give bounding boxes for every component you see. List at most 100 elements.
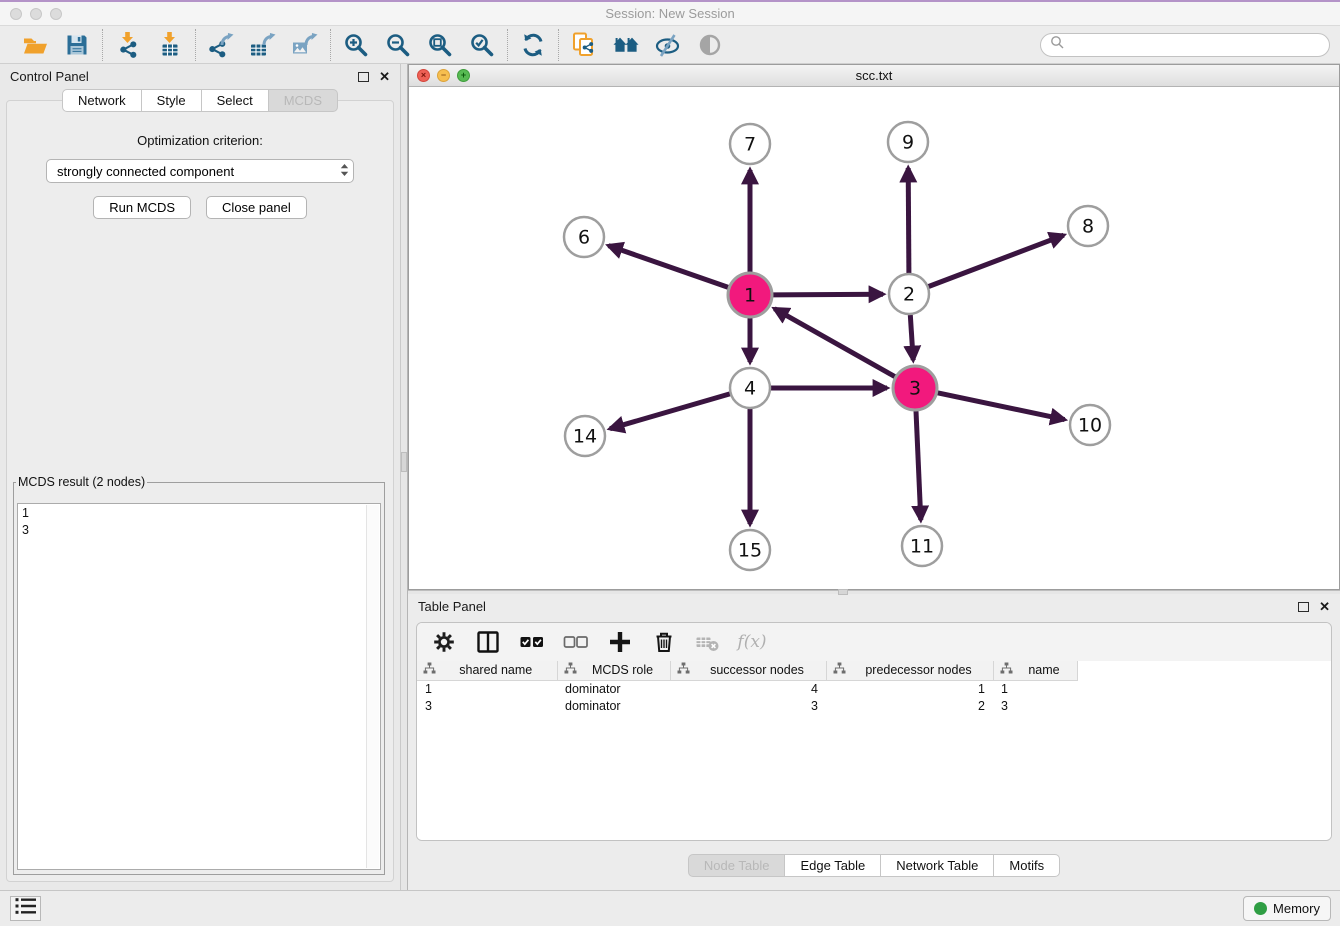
network-view[interactable]: 7 9 6 8 1 2 4 3 14 10 15 11: [409, 87, 1339, 589]
refresh-layout-icon[interactable]: [518, 30, 548, 60]
deselect-all-icon[interactable]: [563, 629, 589, 655]
table-cell[interactable]: 1: [417, 680, 557, 697]
delete-table-icon[interactable]: [695, 629, 721, 655]
close-panel-icon[interactable]: ✕: [379, 70, 390, 83]
tab-node-table[interactable]: Node Table: [688, 854, 786, 877]
graph-node-10[interactable]: 10: [1070, 405, 1110, 445]
minimize-window-icon[interactable]: [30, 8, 42, 20]
network-graph[interactable]: 7 9 6 8 1 2 4 3 14 10 15 11: [409, 87, 1339, 589]
duplicate-network-icon[interactable]: [569, 30, 599, 60]
table-toolbar: f(x): [417, 623, 1331, 661]
optimization-criterion-dropdown[interactable]: strongly connected component: [46, 159, 354, 183]
network-titlebar: × − + scc.txt: [409, 65, 1339, 87]
table-cell[interactable]: 4: [670, 680, 826, 697]
select-all-icon[interactable]: [519, 629, 545, 655]
network-maximize-icon[interactable]: +: [457, 69, 470, 82]
table-cell[interactable]: dominator: [557, 680, 670, 697]
hide-details-icon[interactable]: [653, 30, 683, 60]
tab-motifs[interactable]: Motifs: [994, 854, 1060, 877]
network-minimize-icon[interactable]: −: [437, 69, 450, 82]
graph-edge-3-11[interactable]: [916, 411, 921, 520]
horizontal-split-divider[interactable]: [408, 590, 1340, 594]
column-sort-icon: [423, 662, 436, 678]
network-close-icon[interactable]: ×: [417, 69, 430, 82]
graph-node-2[interactable]: 2: [889, 274, 929, 314]
table-cell[interactable]: 1: [826, 680, 993, 697]
graph-node-3[interactable]: 3: [893, 366, 937, 410]
graph-node-8[interactable]: 8: [1068, 206, 1108, 246]
graph-node-6[interactable]: 6: [564, 217, 604, 257]
maximize-window-icon[interactable]: [50, 8, 62, 20]
graph-edge-2-8[interactable]: [929, 235, 1064, 286]
graph-edge-1-6[interactable]: [609, 246, 729, 288]
column-header-successor-nodes[interactable]: successor nodes: [670, 661, 826, 680]
search-input[interactable]: [1069, 36, 1320, 53]
tab-network-table[interactable]: Network Table: [881, 854, 994, 877]
graph-edge-3-1[interactable]: [774, 309, 895, 377]
graph-edge-4-14[interactable]: [610, 394, 730, 429]
graph-edge-1-2[interactable]: [773, 294, 883, 295]
graph-edge-2-3[interactable]: [910, 315, 913, 360]
column-header-predecessor-nodes[interactable]: predecessor nodes: [826, 661, 993, 680]
close-window-icon[interactable]: [10, 8, 22, 20]
svg-text:8: 8: [1082, 216, 1094, 238]
export-table-icon[interactable]: [248, 30, 278, 60]
divider-grip[interactable]: [838, 589, 848, 595]
run-mcds-button[interactable]: Run MCDS: [93, 196, 191, 219]
column-header-shared-name[interactable]: shared name: [417, 661, 557, 680]
graph-node-14[interactable]: 14: [565, 416, 605, 456]
vertical-split-divider[interactable]: [400, 64, 408, 890]
table-cell[interactable]: dominator: [557, 697, 670, 714]
graph-node-9[interactable]: 9: [888, 122, 928, 162]
table-cell[interactable]: 3: [670, 697, 826, 714]
column-header-name[interactable]: name: [993, 661, 1077, 680]
zoom-in-icon[interactable]: [341, 30, 371, 60]
zoom-selected-icon[interactable]: [467, 30, 497, 60]
function-builder-icon[interactable]: f(x): [739, 629, 765, 655]
float-panel-icon[interactable]: [358, 72, 369, 82]
column-header-MCDS-role[interactable]: MCDS role: [557, 661, 670, 680]
graph-edge-2-9[interactable]: [908, 168, 909, 273]
zoom-out-icon[interactable]: [383, 30, 413, 60]
result-scrollbar[interactable]: [366, 505, 379, 868]
delete-column-icon[interactable]: [651, 629, 677, 655]
float-panel-icon[interactable]: [1298, 602, 1309, 612]
open-file-icon[interactable]: [20, 30, 50, 60]
mcds-result-box: MCDS result (2 nodes) 1 3: [13, 475, 385, 875]
table-row[interactable]: 1dominator411: [417, 680, 1077, 697]
import-table-icon[interactable]: [155, 30, 185, 60]
memory-button[interactable]: Memory: [1243, 896, 1331, 921]
graph-node-4[interactable]: 4: [730, 368, 770, 408]
table-cell[interactable]: 3: [417, 697, 557, 714]
export-network-icon[interactable]: [206, 30, 236, 60]
graph-edge-3-10[interactable]: [938, 393, 1065, 420]
settings-icon[interactable]: [431, 629, 457, 655]
toolbar-search[interactable]: [1040, 33, 1330, 57]
divider-grip[interactable]: [401, 452, 407, 472]
graph-node-11[interactable]: 11: [902, 526, 942, 566]
svg-text:10: 10: [1078, 415, 1102, 437]
table-cell[interactable]: 3: [993, 697, 1077, 714]
tab-network[interactable]: Network: [62, 89, 142, 112]
export-image-icon[interactable]: [290, 30, 320, 60]
split-view-icon[interactable]: [475, 629, 501, 655]
close-panel-button[interactable]: Close panel: [206, 196, 307, 219]
tab-mcds[interactable]: MCDS: [269, 89, 338, 112]
tab-edge-table[interactable]: Edge Table: [785, 854, 881, 877]
show-details-icon[interactable]: [695, 30, 725, 60]
import-network-icon[interactable]: [113, 30, 143, 60]
zoom-fit-icon[interactable]: [425, 30, 455, 60]
table-cell[interactable]: 2: [826, 697, 993, 714]
table-row[interactable]: 3dominator323: [417, 697, 1077, 714]
close-panel-icon[interactable]: ✕: [1319, 600, 1330, 613]
add-column-icon[interactable]: [607, 629, 633, 655]
tab-style[interactable]: Style: [142, 89, 202, 112]
graph-node-1[interactable]: 1: [728, 273, 772, 317]
graph-node-15[interactable]: 15: [730, 530, 770, 570]
table-cell[interactable]: 1: [993, 680, 1077, 697]
task-history-button[interactable]: [10, 896, 41, 921]
save-session-icon[interactable]: [62, 30, 92, 60]
graph-node-7[interactable]: 7: [730, 124, 770, 164]
home-icon[interactable]: [611, 30, 641, 60]
tab-select[interactable]: Select: [202, 89, 269, 112]
